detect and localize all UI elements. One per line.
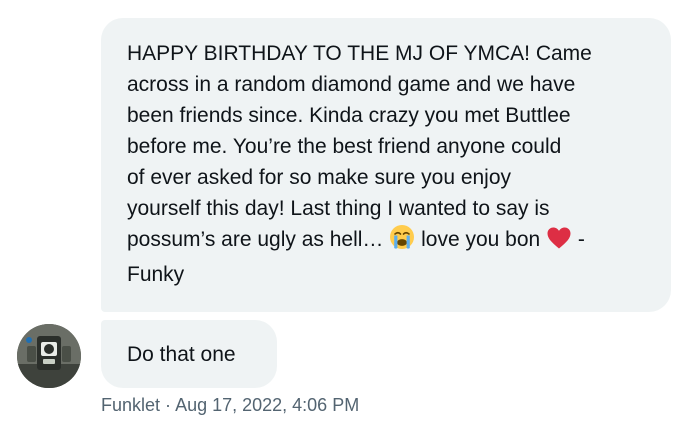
- message-text-line: before me. You’re the best friend anyone…: [127, 135, 562, 158]
- red-heart-emoji: [546, 226, 572, 259]
- message-text-line: across in a random diamond game and we h…: [127, 73, 576, 96]
- message-text-line: Funky: [127, 263, 185, 286]
- message-text-line: of ever asked for so make sure you enjoy: [127, 166, 512, 189]
- message-text: Do that one: [127, 342, 236, 366]
- message-text-line: yourself this day! Last thing I wanted t…: [127, 197, 550, 220]
- message-text-line: been friends since. Kinda crazy you met …: [127, 104, 571, 127]
- sender-name[interactable]: Funklet: [101, 395, 160, 415]
- message-text-segment: -: [577, 228, 585, 251]
- dm-thread: HAPPY BIRTHDAY TO THE MJ OF YMCA! Came a…: [0, 0, 700, 434]
- message-bubble[interactable]: Do that one: [101, 320, 277, 388]
- message-text-line: HAPPY BIRTHDAY TO THE MJ OF YMCA! Came: [127, 42, 592, 65]
- message-meta: Funklet · Aug 17, 2022, 4:06 PM: [101, 395, 359, 416]
- message-bubble[interactable]: HAPPY BIRTHDAY TO THE MJ OF YMCA! Came a…: [101, 18, 671, 312]
- meta-separator: ·: [165, 395, 172, 415]
- message-text-line: possum’s are ugly as hell…: [127, 228, 384, 251]
- message-text-segment: love you bon: [421, 228, 541, 251]
- avatar[interactable]: [17, 324, 81, 388]
- crying-face-emoji: [389, 224, 415, 259]
- message-timestamp: Aug 17, 2022, 4:06 PM: [175, 395, 360, 415]
